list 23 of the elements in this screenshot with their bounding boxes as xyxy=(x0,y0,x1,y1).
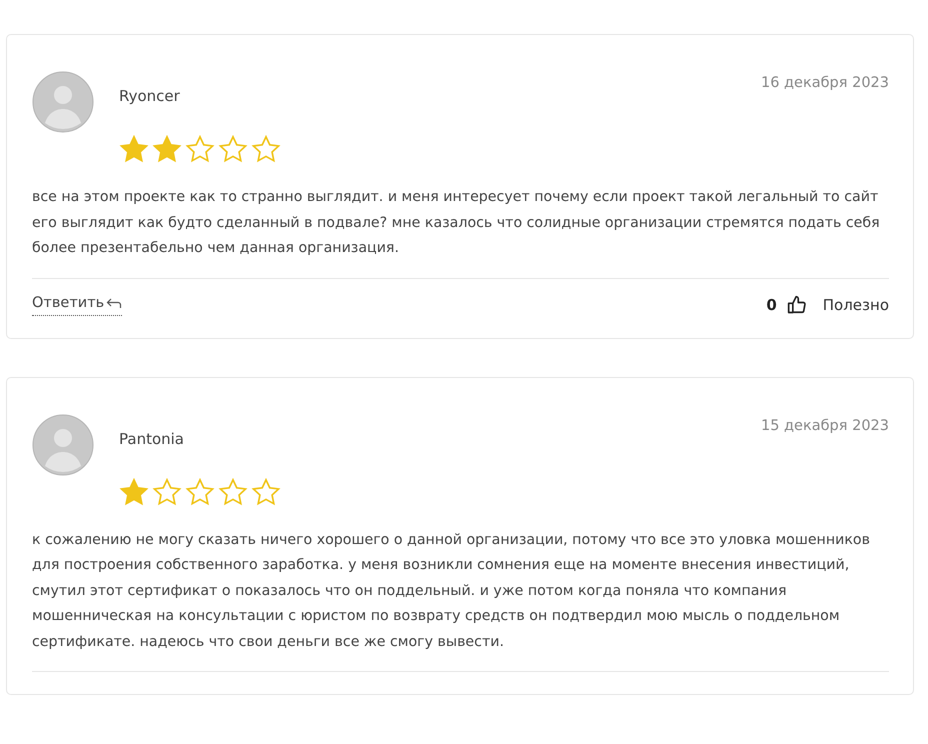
reply-link[interactable]: Ответить xyxy=(32,294,122,316)
review-text: все на этом проекте как то странно выглядит. и меня интересует почему если проект такой легальный то сайт его выглядит как будто сделанный в подвале? мне казалось что солидные организации стремятся подать себя более презентабельно чем данная организация. xyxy=(32,188,881,258)
empty-star-icon xyxy=(185,135,215,163)
author-name: Ryoncer xyxy=(119,87,181,105)
review-date: 16 декабря 2023 xyxy=(760,75,889,91)
empty-star-icon xyxy=(251,135,281,163)
filled-star-icon xyxy=(119,478,149,506)
empty-star-icon xyxy=(251,478,281,506)
avatar-icon xyxy=(32,414,94,476)
helpful-button[interactable]: Полезно xyxy=(822,296,889,314)
filled-star-icon xyxy=(152,135,182,163)
empty-star-icon xyxy=(152,478,182,506)
empty-star-icon xyxy=(218,478,248,506)
empty-star-icon xyxy=(185,478,215,506)
avatar-icon xyxy=(32,71,94,133)
author-name: Pantonia xyxy=(119,430,185,448)
review-date: 15 декабря 2023 xyxy=(760,418,889,434)
empty-star-icon xyxy=(218,135,248,163)
reply-arrow-icon xyxy=(106,296,122,308)
thumbs-up-icon[interactable] xyxy=(786,295,807,315)
filled-star-icon xyxy=(119,135,149,163)
review-text: к сожалению не могу сказать ничего хорошего о данной организации, потому что все это уловка мошенников для построения собственного заработка. у меня возникли сомнения еще на моменте внесения инвестиций, смутил этот сертификат о показалось что он поддельный. и уже потом когда поняла что компания мошенническая на консультации с юристом по возврату средств он подтвердил мою мысль о поддельном сертификате. надеюсь что свои деньги все же смогу вывести. xyxy=(32,530,871,652)
like-count: 0 xyxy=(766,296,777,314)
